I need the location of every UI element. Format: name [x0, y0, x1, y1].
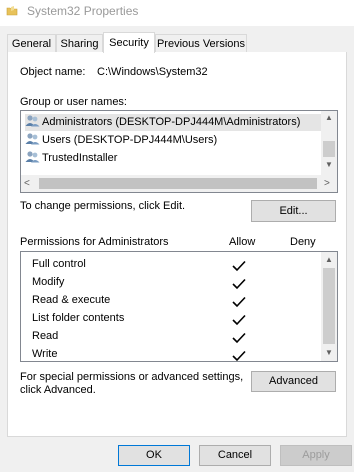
folder-icon — [6, 6, 18, 16]
list-item-label: TrustedInstaller — [42, 152, 118, 164]
list-item-label: Users (DESKTOP-DPJ444M\Users) — [42, 134, 218, 146]
list-item-label: Administrators (DESKTOP-DPJ444M\Administ… — [42, 116, 301, 128]
scroll-down-arrow-icon[interactable]: ▼ — [321, 348, 337, 357]
scroll-up-arrow-icon[interactable]: ▲ — [321, 113, 337, 122]
scroll-down-arrow-icon[interactable]: ▼ — [321, 160, 337, 169]
list-item-administrators[interactable]: Administrators (DESKTOP-DPJ444M\Administ… — [25, 114, 321, 131]
permissions-vscrollbar[interactable]: ▲ ▼ — [321, 252, 337, 361]
scroll-up-arrow-icon[interactable]: ▲ — [321, 255, 337, 264]
advanced-button[interactable]: Advanced — [251, 371, 336, 392]
list-item-users[interactable]: Users (DESKTOP-DPJ444M\Users) — [25, 132, 321, 149]
checkmark-icon — [232, 260, 246, 272]
group-list[interactable]: Administrators (DESKTOP-DPJ444M\Administ… — [20, 110, 338, 193]
scroll-thumb[interactable] — [323, 141, 335, 157]
object-name-value: C:\Windows\System32 — [97, 66, 208, 78]
group-list-label: Group or user names: — [20, 96, 127, 108]
apply-button[interactable]: Apply — [280, 445, 352, 466]
permission-modify: Modify — [32, 276, 65, 288]
change-permissions-text: To change permissions, click Edit. — [20, 200, 186, 212]
checkmark-icon — [232, 332, 246, 344]
group-list-hscrollbar[interactable]: < > — [21, 175, 337, 192]
deny-header: Deny — [290, 236, 316, 248]
permission-read: Read — [32, 330, 59, 342]
checkmark-icon — [232, 278, 246, 290]
permissions-list[interactable]: Full control Modify Read & execute List … — [20, 251, 338, 362]
permission-full-control: Full control — [32, 258, 86, 270]
cancel-button[interactable]: Cancel — [199, 445, 271, 466]
advanced-text-line1: For special permissions or advanced sett… — [20, 371, 244, 383]
tab-security[interactable]: Security — [103, 32, 155, 53]
users-icon — [25, 133, 40, 145]
title-bar[interactable]: System32 Properties — [0, 0, 354, 26]
edit-button[interactable]: Edit... — [251, 200, 336, 222]
scroll-thumb[interactable] — [39, 178, 317, 189]
scroll-thumb[interactable] — [323, 268, 335, 344]
allow-header: Allow — [229, 236, 256, 248]
users-icon — [25, 151, 40, 163]
list-item-trustedinstaller[interactable]: TrustedInstaller — [25, 150, 321, 167]
permissions-label: Permissions for Administrators — [20, 236, 169, 248]
tab-sharing[interactable]: Sharing — [56, 34, 103, 52]
advanced-text-line2: click Advanced. — [20, 384, 96, 396]
checkmark-icon — [232, 296, 246, 308]
ok-button[interactable]: OK — [118, 445, 190, 466]
window-title: System32 Properties — [27, 4, 139, 18]
tab-general[interactable]: General — [7, 34, 56, 52]
permission-write: Write — [32, 348, 58, 360]
scroll-right-arrow-icon[interactable]: > — [324, 178, 330, 189]
tab-previous-versions[interactable]: Previous Versions — [155, 34, 247, 52]
permission-read-execute: Read & execute — [32, 294, 111, 306]
object-name-label: Object name: — [20, 66, 86, 78]
checkmark-icon — [232, 350, 246, 362]
scroll-left-arrow-icon[interactable]: < — [24, 178, 30, 189]
permission-list-folder-contents: List folder contents — [32, 312, 125, 324]
users-icon — [25, 115, 40, 127]
group-list-vscrollbar[interactable]: ▲ ▼ — [321, 111, 337, 175]
checkmark-icon — [232, 314, 246, 326]
